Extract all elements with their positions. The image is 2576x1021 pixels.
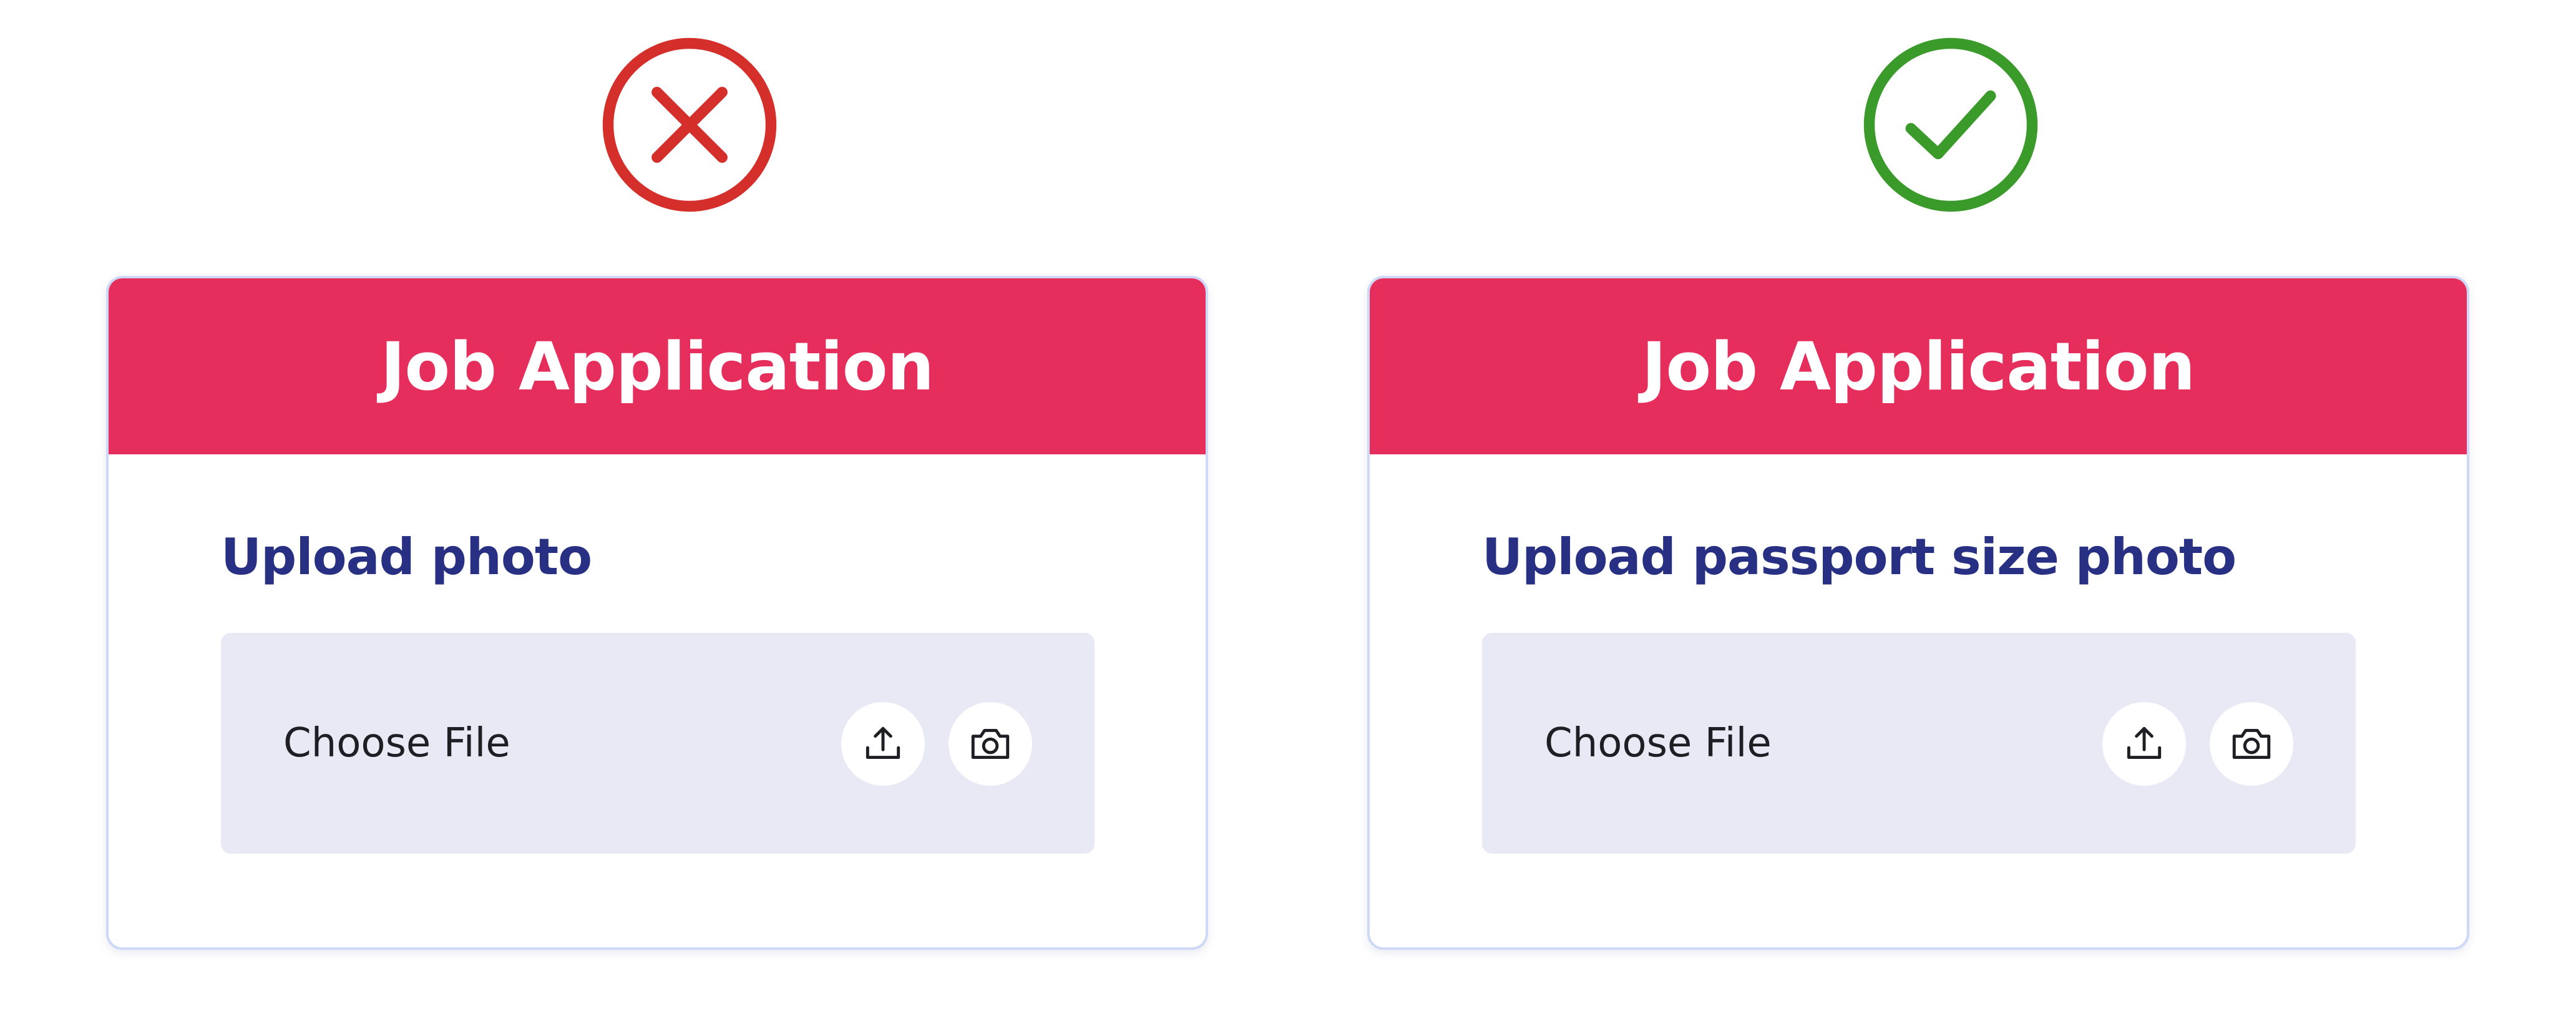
file-input[interactable]: Choose File [221,633,1095,854]
x-mark-circle-icon [599,34,780,215]
camera-button[interactable] [2210,702,2293,786]
job-application-form: Job Application Upload passport size pho… [1367,276,2469,950]
field-label: Upload photo [221,528,592,586]
job-application-form: Job Application Upload photo Choose File [106,276,1208,950]
choose-file-text[interactable]: Choose File [1544,633,1772,854]
upload-button[interactable] [2102,702,2186,786]
form-header: Job Application [109,278,1206,454]
camera-icon [2232,728,2271,760]
form-title: Job Application [380,328,934,405]
checkmark-circle-icon [1860,34,2041,215]
upload-icon [866,726,900,760]
field-label: Upload passport size photo [1482,528,2237,586]
camera-button[interactable] [949,702,1032,786]
upload-button[interactable] [841,702,925,786]
file-input[interactable]: Choose File [1482,633,2356,854]
bad-example-panel: Job Application Upload photo Choose File [106,0,1211,1021]
choose-file-text[interactable]: Choose File [283,633,510,854]
upload-icon [2127,726,2162,760]
form-header: Job Application [1370,278,2467,454]
good-example-panel: Job Application Upload passport size pho… [1367,0,2472,1021]
camera-icon [971,728,1010,760]
form-title: Job Application [1641,328,2195,405]
